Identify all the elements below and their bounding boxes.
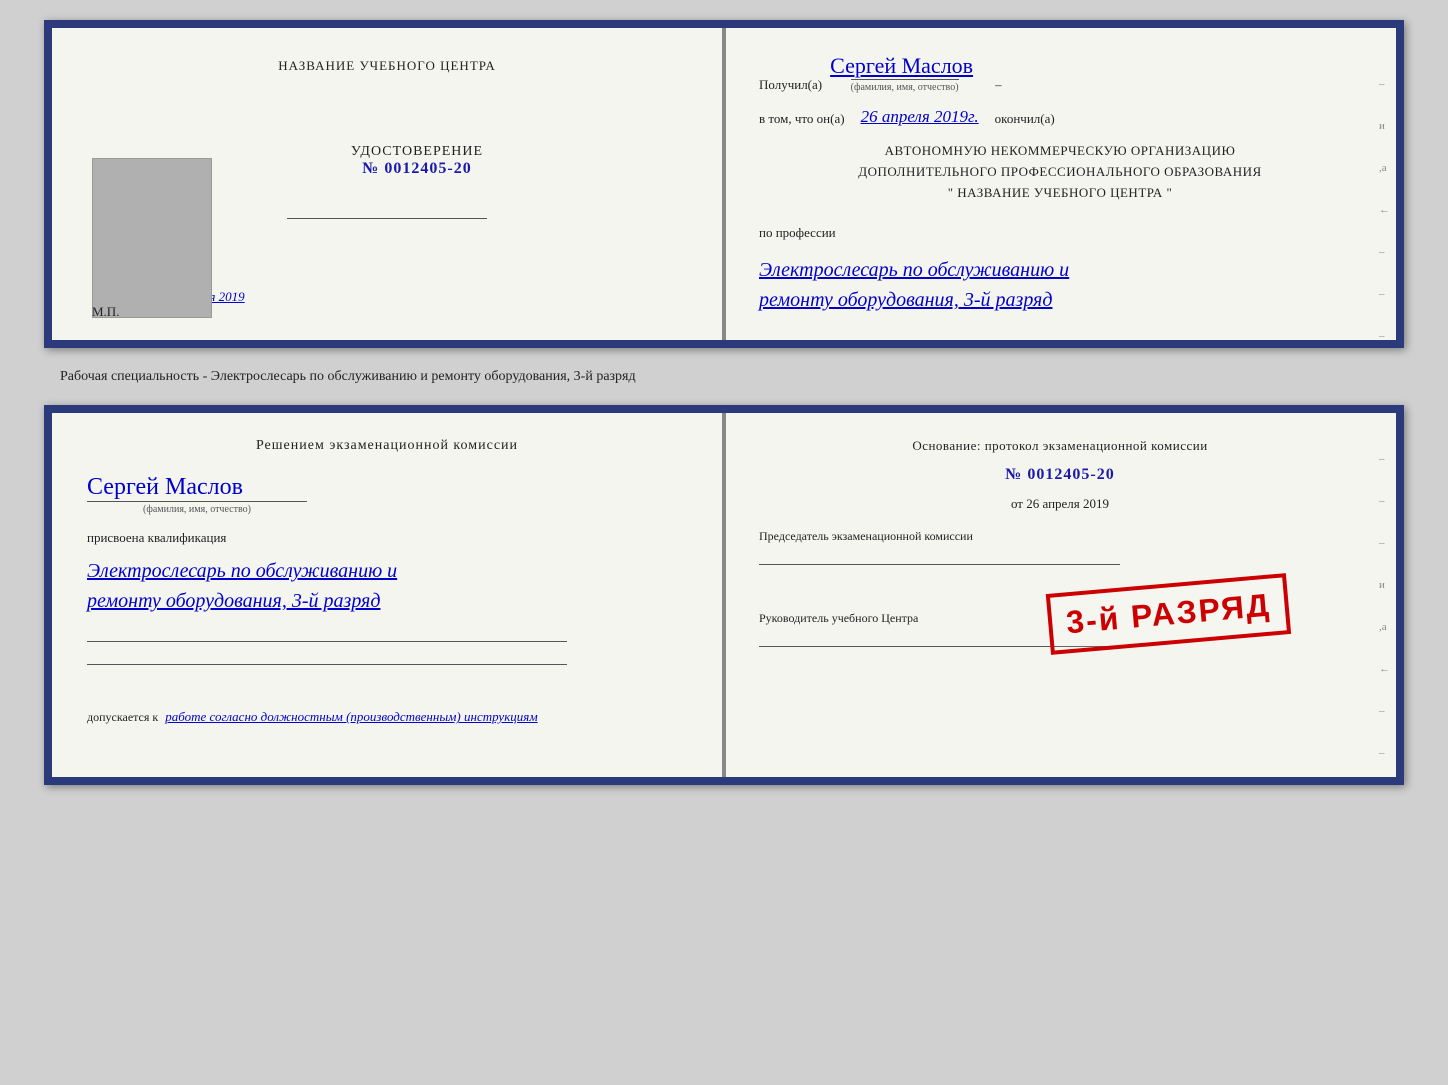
org-line-3: " НАЗВАНИЕ УЧЕБНОГО ЦЕНТРА " xyxy=(759,183,1361,204)
sep-line-3 xyxy=(87,664,567,665)
page-wrapper: НАЗВАНИЕ УЧЕБНОГО ЦЕНТРА УДОСТОВЕРЕНИЕ №… xyxy=(20,20,1428,785)
bottom-number: № 0012405-20 xyxy=(759,466,1361,484)
photo-placeholder xyxy=(92,158,212,318)
top-doc-left: НАЗВАНИЕ УЧЕБНОГО ЦЕНТРА УДОСТОВЕРЕНИЕ №… xyxy=(52,28,724,340)
predsedatel-line: Председатель экзаменационной комиссии xyxy=(759,529,1361,569)
side-letters-bottom: – – – и ,а ← – – xyxy=(1379,453,1390,759)
separator-line-1 xyxy=(287,218,487,219)
top-left-title: НАЗВАНИЕ УЧЕБНОГО ЦЕНТРА xyxy=(278,58,495,74)
dopuskaetsya-block: допускается к работе согласно должностны… xyxy=(87,709,687,725)
top-document: НАЗВАНИЕ УЧЕБНОГО ЦЕНТРА УДОСТОВЕРЕНИЕ №… xyxy=(44,20,1404,348)
udost-number: № 0012405-20 xyxy=(351,160,483,178)
org-line-2: ДОПОЛНИТЕЛЬНОГО ПРОФЕССИОНАЛЬНОГО ОБРАЗО… xyxy=(759,162,1361,183)
stamp-text: 3-й РАЗРЯД xyxy=(1065,586,1272,640)
bottom-doc-left: Решением экзаменационной комиссии Сергей… xyxy=(52,413,724,777)
qual-line-1: Электрослесарь по обслуживанию и xyxy=(87,556,687,586)
mp-line: М.П. xyxy=(92,304,119,320)
profession-line-2: ремонту оборудования, 3-й разряд xyxy=(759,285,1361,315)
bottom-document: Решением экзаменационной комиссии Сергей… xyxy=(44,405,1404,785)
dopusk-label: допускается к xyxy=(87,710,158,724)
recipient-name: Сергей Маслов xyxy=(830,53,973,79)
sep-line-2 xyxy=(87,641,567,642)
poluchil-label: Получил(а) xyxy=(759,77,822,93)
name-block-bottom: Сергей Маслов (фамилия, имя, отчество) xyxy=(87,469,687,515)
udost-label: УДОСТОВЕРЕНИЕ xyxy=(351,144,483,160)
vtom-date: 26 апреля 2019г. xyxy=(861,107,979,127)
top-doc-right: Получил(а) Сергей Маслов (фамилия, имя, … xyxy=(724,28,1396,340)
poluchil-line: Получил(а) Сергей Маслов (фамилия, имя, … xyxy=(759,53,1361,93)
fio-sublabel-top: (фамилия, имя, отчество) xyxy=(851,79,959,93)
udostoverenie-block: УДОСТОВЕРЕНИЕ № 0012405-20 xyxy=(351,144,483,178)
recipient-name-bottom: Сергей Маслов xyxy=(87,474,687,501)
profession-block: Электрослесарь по обслуживанию и ремонту… xyxy=(759,255,1361,315)
qualification-block: Электрослесарь по обслуживанию и ремонту… xyxy=(87,556,687,616)
po-professii-line: по профессии xyxy=(759,225,1361,241)
side-letters-top: – и ,а ← – – – xyxy=(1379,78,1390,342)
org-line-1: АВТОНОМНУЮ НЕКОММЕРЧЕСКУЮ ОРГАНИЗАЦИЮ xyxy=(759,141,1361,162)
middle-label: Рабочая специальность - Электрослесарь п… xyxy=(60,366,1428,387)
dash-1: – xyxy=(995,77,1002,93)
bottom-doc-right: Основание: протокол экзаменационной коми… xyxy=(724,413,1396,777)
reshenie-title: Решением экзаменационной комиссии xyxy=(87,438,687,454)
org-block: АВТОНОМНУЮ НЕКОММЕРЧЕСКУЮ ОРГАНИЗАЦИЮ ДО… xyxy=(759,141,1361,203)
vtom-label: в том, что он(а) xyxy=(759,111,845,127)
dopusk-written: работе согласно должностным (производств… xyxy=(165,709,537,724)
vtom-line: в том, что он(а) 26 апреля 2019г. окончи… xyxy=(759,107,1361,127)
fio-sublabel-bottom: (фамилия, имя, отчество) xyxy=(87,501,307,515)
profession-line-1: Электрослесарь по обслуживанию и xyxy=(759,255,1361,285)
prisvoena-line: присвоена квалификация xyxy=(87,530,687,546)
qual-line-2: ремонту оборудования, 3-й разряд xyxy=(87,586,687,616)
ot-line: от 26 апреля 2019 xyxy=(759,496,1361,512)
rukovoditel-label: Руководитель учебного Центра xyxy=(759,611,918,625)
okончil-label: окончил(а) xyxy=(995,111,1055,127)
predsedatel-label: Председатель экзаменационной комиссии xyxy=(759,529,973,543)
sep-predsedatel xyxy=(759,564,1120,565)
osnovanie-line: Основание: протокол экзаменационной коми… xyxy=(759,438,1361,454)
